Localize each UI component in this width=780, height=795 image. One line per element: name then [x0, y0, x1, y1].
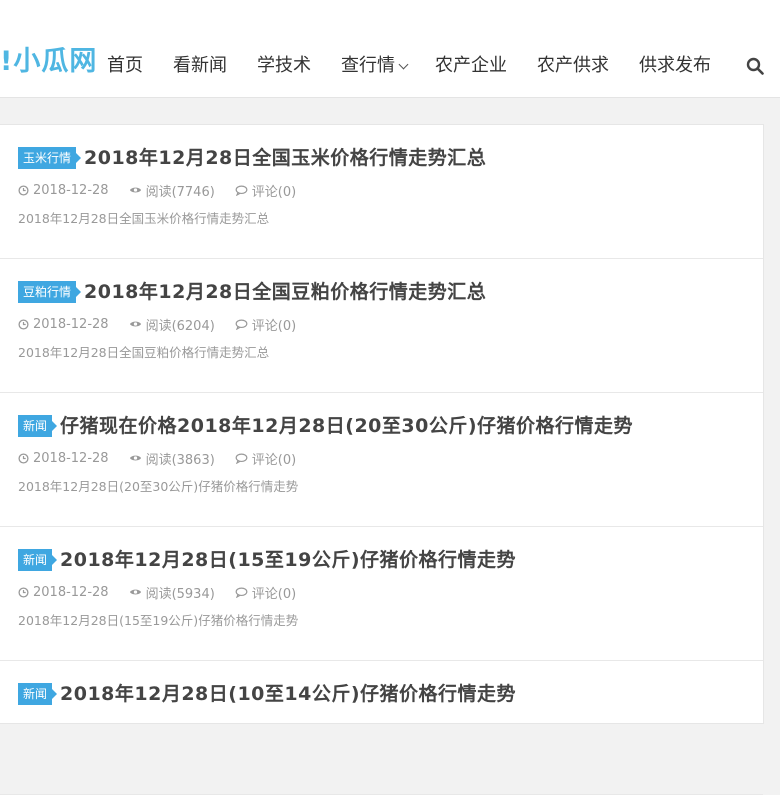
article-meta: 2018-12-28 阅读(3863) 评论(0) [18, 449, 316, 468]
comment-icon [235, 587, 248, 598]
article-title-row: 豆粕行情 2018年12月28日全国豆粕价格行情走势汇总 [18, 279, 486, 305]
eye-icon [129, 455, 141, 461]
site-header: !小瓜网 首页 看新闻 学技术 查行情 农产企业 农产供求 供求发布 [0, 0, 780, 98]
category-tag[interactable]: 新闻 [18, 549, 58, 571]
comments-text: 评论(0) [251, 452, 297, 468]
nav-item-news[interactable]: 看新闻 [173, 52, 227, 80]
article-views: 阅读(7746) [129, 181, 215, 200]
article-meta: 2018-12-28 阅读(5934) 评论(0) [18, 583, 316, 602]
category-tag[interactable]: 玉米行情 [18, 147, 82, 169]
nav-item-label: 查行情 [341, 55, 395, 76]
site-logo[interactable]: !小瓜网 [0, 44, 97, 80]
eye-icon [129, 589, 141, 595]
article-date: 2018-12-28 [18, 585, 109, 600]
article-views: 阅读(5934) [129, 583, 215, 602]
comments-text: 评论(0) [251, 318, 297, 334]
comments-text: 评论(0) [251, 586, 297, 602]
list-item: 豆粕行情 2018年12月28日全国豆粕价格行情走势汇总 2018-12-28 … [0, 259, 763, 393]
article-meta: 2018-12-28 阅读(6204) 评论(0) [18, 315, 316, 334]
category-tag[interactable]: 新闻 [18, 683, 58, 705]
search-icon[interactable] [746, 57, 764, 75]
article-summary: 2018年12月28日(15至19公斤)仔猪价格行情走势 [18, 613, 299, 628]
article-date: 2018-12-28 [18, 317, 109, 332]
category-tag[interactable]: 新闻 [18, 415, 58, 437]
article-title[interactable]: 2018年12月28日全国豆粕价格行情走势汇总 [84, 279, 486, 305]
clock-icon [18, 184, 29, 196]
list-item: 新闻 2018年12月28日(10至14公斤)仔猪价格行情走势 [0, 661, 763, 795]
article-summary: 2018年12月28日(20至30公斤)仔猪价格行情走势 [18, 479, 299, 494]
article-title[interactable]: 仔猪现在价格2018年12月28日(20至30公斤)仔猪价格行情走势 [60, 413, 633, 439]
article-comments[interactable]: 评论(0) [235, 583, 296, 602]
nav-item-label: 农产企业 [435, 55, 507, 76]
clock-icon [18, 452, 29, 464]
list-item: 新闻 2018年12月28日(15至19公斤)仔猪价格行情走势 2018-12-… [0, 527, 763, 661]
article-title-row: 新闻 2018年12月28日(10至14公斤)仔猪价格行情走势 [18, 681, 516, 707]
article-title-row: 玉米行情 2018年12月28日全国玉米价格行情走势汇总 [18, 145, 486, 171]
article-date: 2018-12-28 [18, 183, 109, 198]
nav-item-label: 看新闻 [173, 55, 227, 76]
comment-icon [235, 185, 248, 196]
nav-item-publish[interactable]: 供求发布 [639, 52, 711, 80]
main-nav: 首页 看新闻 学技术 查行情 农产企业 农产供求 供求发布 [107, 52, 711, 80]
article-title[interactable]: 2018年12月28日(10至14公斤)仔猪价格行情走势 [60, 681, 516, 707]
clock-icon [18, 586, 29, 598]
eye-icon [129, 187, 141, 193]
category-tag[interactable]: 豆粕行情 [18, 281, 82, 303]
nav-item-label: 首页 [107, 55, 143, 76]
list-item: 新闻 仔猪现在价格2018年12月28日(20至30公斤)仔猪价格行情走势 20… [0, 393, 763, 527]
eye-icon [129, 321, 141, 327]
comment-icon [235, 319, 248, 330]
nav-item-label: 供求发布 [639, 55, 711, 76]
clock-icon [18, 318, 29, 330]
chevron-down-icon [398, 59, 409, 69]
comments-text: 评论(0) [251, 184, 297, 200]
list-item: 玉米行情 2018年12月28日全国玉米价格行情走势汇总 2018-12-28 … [0, 125, 763, 259]
comment-icon [235, 453, 248, 464]
views-text: 阅读(7746) [145, 184, 215, 200]
views-text: 阅读(3863) [145, 452, 215, 468]
nav-item-label: 农产供求 [537, 55, 609, 76]
nav-item-home[interactable]: 首页 [107, 52, 143, 80]
date-text: 2018-12-28 [33, 182, 109, 198]
article-summary: 2018年12月28日全国豆粕价格行情走势汇总 [18, 345, 270, 360]
article-summary: 2018年12月28日全国玉米价格行情走势汇总 [18, 211, 270, 226]
date-text: 2018-12-28 [33, 450, 109, 466]
nav-item-tech[interactable]: 学技术 [257, 52, 311, 80]
article-title-row: 新闻 仔猪现在价格2018年12月28日(20至30公斤)仔猪价格行情走势 [18, 413, 633, 439]
article-title-row: 新闻 2018年12月28日(15至19公斤)仔猪价格行情走势 [18, 547, 516, 573]
article-views: 阅读(6204) [129, 315, 215, 334]
nav-item-supply[interactable]: 农产供求 [537, 52, 609, 80]
article-meta: 2018-12-28 阅读(7746) 评论(0) [18, 181, 316, 200]
nav-item-companies[interactable]: 农产企业 [435, 52, 507, 80]
article-title[interactable]: 2018年12月28日(15至19公斤)仔猪价格行情走势 [60, 547, 516, 573]
article-comments[interactable]: 评论(0) [235, 315, 296, 334]
views-text: 阅读(6204) [145, 318, 215, 334]
article-title[interactable]: 2018年12月28日全国玉米价格行情走势汇总 [84, 145, 486, 171]
article-comments[interactable]: 评论(0) [235, 449, 296, 468]
date-text: 2018-12-28 [33, 316, 109, 332]
views-text: 阅读(5934) [145, 586, 215, 602]
date-text: 2018-12-28 [33, 584, 109, 600]
article-date: 2018-12-28 [18, 451, 109, 466]
nav-item-market[interactable]: 查行情 [341, 52, 409, 80]
article-comments[interactable]: 评论(0) [235, 181, 296, 200]
article-list: 玉米行情 2018年12月28日全国玉米价格行情走势汇总 2018-12-28 … [0, 124, 764, 795]
article-views: 阅读(3863) [129, 449, 215, 468]
nav-item-label: 学技术 [257, 55, 311, 76]
